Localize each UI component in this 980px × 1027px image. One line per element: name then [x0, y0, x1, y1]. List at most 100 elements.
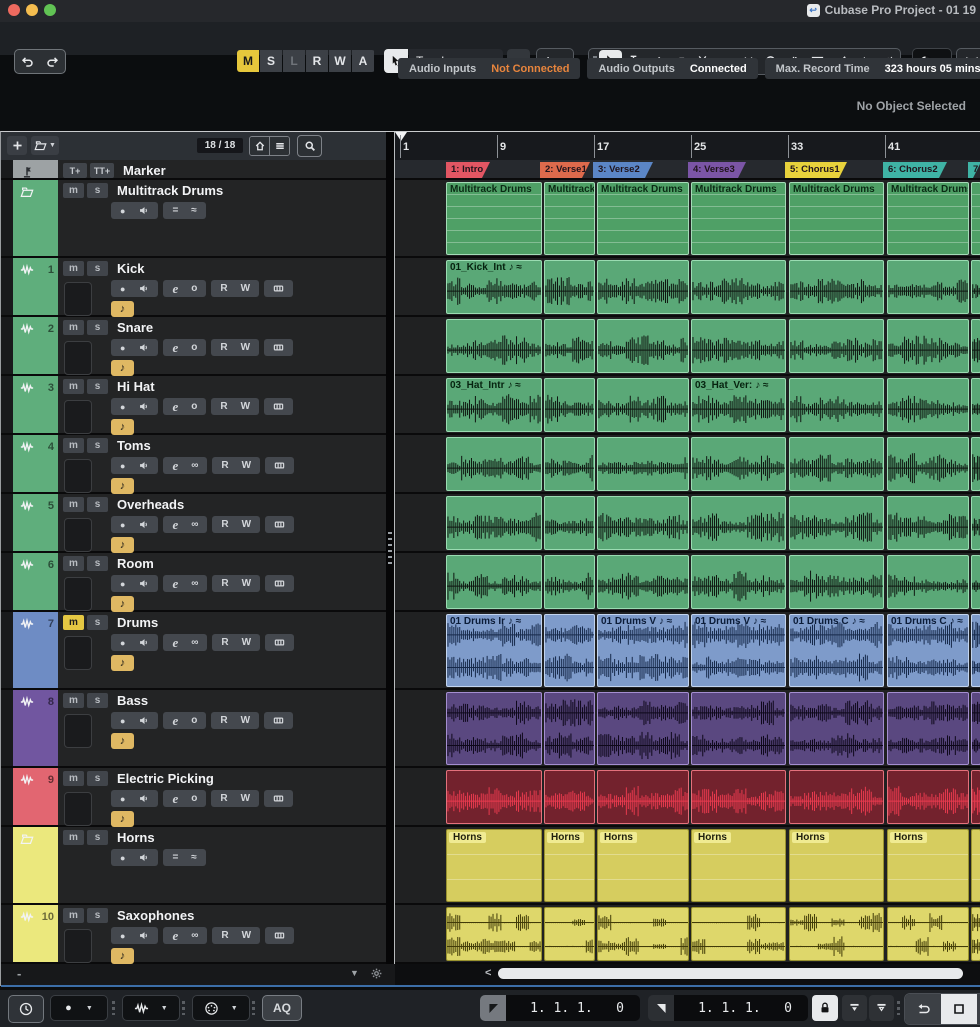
- track-drag-edge[interactable]: [1, 612, 13, 688]
- lanes-button[interactable]: [274, 930, 285, 941]
- audio-event[interactable]: [597, 692, 689, 765]
- audio-event[interactable]: 03_Hat_Intr♪ ≈: [446, 378, 542, 432]
- audio-event[interactable]: 01 Drums C♪ ≈: [887, 614, 969, 687]
- edit-channel-button[interactable]: e: [172, 458, 178, 474]
- midi-record-dropdown[interactable]: ▼: [192, 995, 250, 1021]
- write-automation-button[interactable]: W: [242, 578, 251, 589]
- monitor-button[interactable]: [138, 715, 149, 726]
- timebase-button[interactable]: ♪: [111, 948, 134, 964]
- audio-event[interactable]: [887, 692, 969, 765]
- insert-state-button[interactable]: o: [191, 715, 197, 726]
- automation-button-r[interactable]: R: [306, 50, 328, 72]
- read-automation-button[interactable]: R: [221, 637, 228, 648]
- monitor-button[interactable]: [138, 205, 149, 216]
- read-automation-button[interactable]: R: [221, 460, 228, 471]
- locator-lock-button[interactable]: [812, 995, 838, 1021]
- monitor-button[interactable]: [138, 401, 149, 412]
- audio-event[interactable]: [971, 770, 980, 824]
- track-color-strip[interactable]: [13, 160, 58, 178]
- audio-event[interactable]: [597, 555, 689, 609]
- audio-event[interactable]: [971, 907, 980, 961]
- metronome-button[interactable]: [8, 995, 44, 1023]
- track-row-electric-picking[interactable]: 9msElectric Picking●eoRW♪: [1, 768, 386, 827]
- timebase-button[interactable]: ♪: [111, 301, 134, 317]
- track-drag-edge[interactable]: [1, 553, 13, 610]
- track-row-kick[interactable]: 1msKick●eoRW♪: [1, 258, 386, 317]
- track-drag-edge[interactable]: [1, 768, 13, 825]
- audio-event[interactable]: [597, 378, 689, 432]
- track-row-room[interactable]: 6msRoom●e∞RW♪: [1, 553, 386, 612]
- lanes-button[interactable]: [273, 715, 284, 726]
- audio-event[interactable]: [446, 555, 542, 609]
- monitor-button[interactable]: [138, 637, 149, 648]
- write-automation-button[interactable]: W: [241, 342, 250, 353]
- write-automation-button[interactable]: W: [242, 637, 251, 648]
- use-track-preset-button[interactable]: ▼: [31, 136, 59, 155]
- audio-event[interactable]: Multitrack Drums: [789, 182, 884, 255]
- left-locator-button[interactable]: [480, 995, 506, 1021]
- audio-event[interactable]: [971, 829, 980, 902]
- audio-event[interactable]: [691, 907, 786, 961]
- track-row-marker[interactable]: T+TT+Marker: [1, 160, 386, 180]
- right-locator-button[interactable]: [648, 995, 674, 1021]
- timebase-button[interactable]: ♪: [111, 478, 134, 494]
- audio-event[interactable]: [789, 496, 884, 550]
- zoom-traffic-light[interactable]: [44, 4, 56, 16]
- track-row-snare[interactable]: 2msSnare●eoRW♪: [1, 317, 386, 376]
- audio-event[interactable]: [597, 319, 689, 373]
- read-automation-button[interactable]: R: [220, 715, 227, 726]
- audio-event[interactable]: Multitrack Drums: [446, 182, 542, 255]
- cycle-marker-7[interactable]: 7: [968, 162, 980, 178]
- audio-event[interactable]: [887, 496, 969, 550]
- monitor-button[interactable]: [138, 283, 149, 294]
- minimize-traffic-light[interactable]: [26, 4, 38, 16]
- lanes-button[interactable]: [273, 342, 284, 353]
- read-automation-button[interactable]: R: [221, 519, 228, 530]
- lanes-button[interactable]: [274, 578, 285, 589]
- audio-event[interactable]: Horns: [597, 829, 689, 902]
- audio-event[interactable]: Horns: [789, 829, 884, 902]
- add-marker-button[interactable]: T+: [63, 163, 87, 178]
- monitor-button[interactable]: [138, 342, 149, 353]
- insert-state-button[interactable]: o: [191, 793, 197, 804]
- lanes-button[interactable]: [273, 283, 284, 294]
- solo-button[interactable]: s: [87, 556, 108, 571]
- edit-channel-button[interactable]: e: [172, 791, 178, 807]
- audio-event[interactable]: [691, 692, 786, 765]
- insert-state-button[interactable]: ∞: [191, 578, 198, 589]
- mute-button[interactable]: m: [63, 320, 84, 335]
- freeze-button[interactable]: ≈: [191, 852, 197, 863]
- audio-event[interactable]: [597, 496, 689, 550]
- audio-event[interactable]: Horns: [691, 829, 786, 902]
- record-enable-button[interactable]: ●: [120, 520, 125, 530]
- solo-button[interactable]: s: [87, 908, 108, 923]
- audio-event[interactable]: [544, 260, 595, 314]
- cycle-marker-2[interactable]: 2: Verse1: [540, 162, 590, 178]
- edit-channel-button[interactable]: e: [172, 713, 178, 729]
- audio-event[interactable]: [597, 260, 689, 314]
- record-enable-button[interactable]: ●: [120, 343, 125, 353]
- audio-quantize-button[interactable]: AQ: [262, 995, 302, 1021]
- record-enable-button[interactable]: ●: [120, 931, 125, 941]
- audio-event[interactable]: [691, 496, 786, 550]
- cycle-marker-4[interactable]: 4: Verse3: [688, 162, 746, 178]
- mute-button[interactable]: m: [63, 908, 84, 923]
- solo-button[interactable]: s: [87, 771, 108, 786]
- audio-event[interactable]: [789, 692, 884, 765]
- audio-event[interactable]: [887, 437, 969, 491]
- track-color-strip[interactable]: 4: [13, 435, 58, 492]
- monitor-button[interactable]: [138, 460, 149, 471]
- mute-button[interactable]: m: [63, 556, 84, 571]
- insert-state-button[interactable]: ∞: [191, 637, 198, 648]
- mute-button[interactable]: m: [63, 693, 84, 708]
- lanes-button[interactable]: [273, 793, 284, 804]
- horizontal-scrollbar[interactable]: <: [395, 964, 980, 985]
- audio-event[interactable]: [446, 437, 542, 491]
- track-drag-edge[interactable]: [1, 690, 13, 766]
- mute-button[interactable]: m: [63, 261, 84, 276]
- mute-button[interactable]: m: [63, 830, 84, 845]
- audio-event[interactable]: [691, 260, 786, 314]
- audio-event[interactable]: [691, 555, 786, 609]
- insert-state-button[interactable]: ∞: [191, 519, 198, 530]
- stop-button[interactable]: [941, 994, 977, 1024]
